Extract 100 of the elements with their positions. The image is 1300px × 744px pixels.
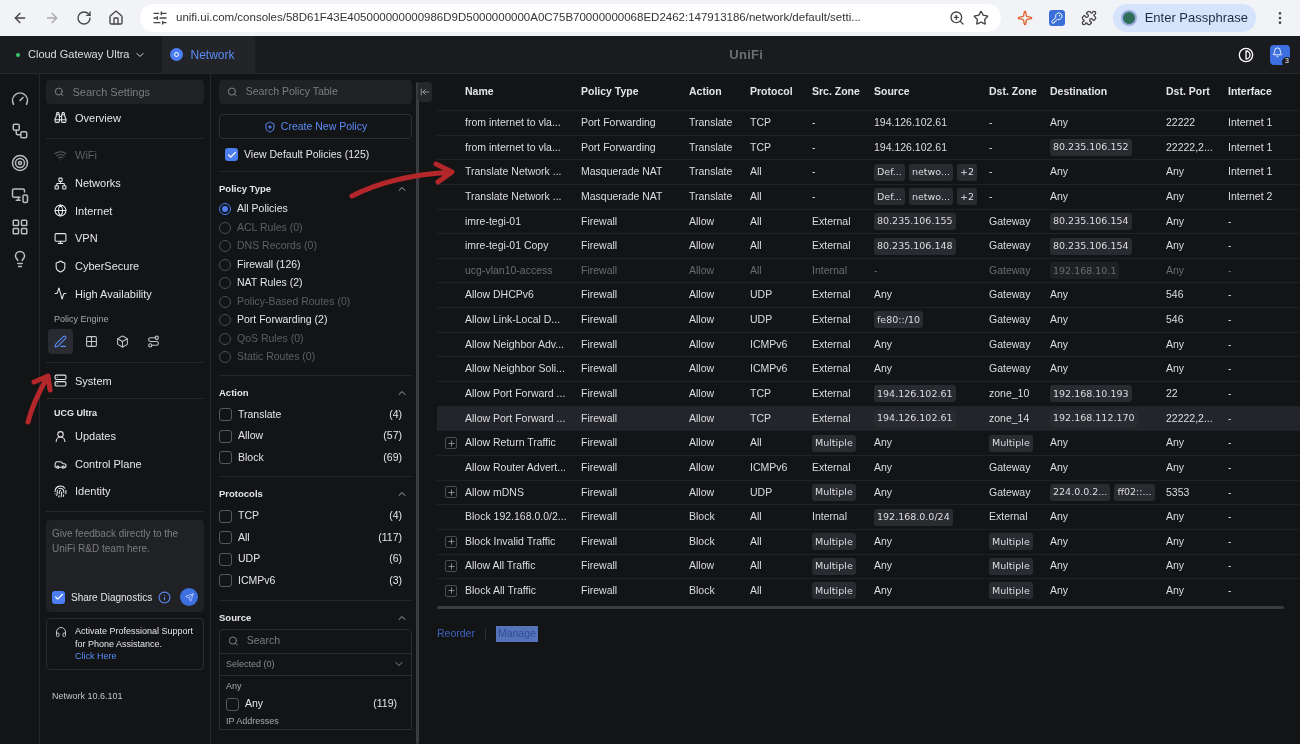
topology-icon[interactable] <box>10 122 29 140</box>
site-info-icon[interactable] <box>152 10 168 26</box>
table-cell: Gateway <box>989 460 1031 473</box>
table-cell: Allow <box>689 239 715 252</box>
table-cell: Firewall <box>581 436 618 449</box>
column-header[interactable]: Protocol <box>750 84 812 100</box>
table-cell: Any <box>1050 189 1069 202</box>
nav-item[interactable]: High Availability <box>46 280 204 308</box>
table-row[interactable]: Allow Return Traffic Firewall Allow All Multiple Any Multiple Any Any - <box>437 430 1300 455</box>
table-cell: UDP <box>750 313 773 326</box>
checkbox[interactable] <box>219 408 232 421</box>
column-header[interactable]: Dst. Zone <box>989 84 1050 100</box>
search-field[interactable]: Search Policy Table <box>219 80 412 104</box>
table-row[interactable]: Translate Network ... Masquerade NAT Translate All - Def... netwo... +2 - Any Any Internet 1 <box>437 159 1300 184</box>
info-icon[interactable] <box>158 590 172 604</box>
table-cell: 22222,2... <box>1166 411 1213 424</box>
address-bar[interactable]: unifi.ui.com/consoles/58D61F43E405000000000986D9D5000000000A0C75B70000000068ED2462:147913186/network/default/setti... <box>140 4 1001 32</box>
bookmark-icon[interactable] <box>972 10 989 26</box>
feedback-input[interactable]: Give feedback directly to the UniFi R&D team here. <box>52 526 198 567</box>
column-header[interactable]: Dst. Port <box>1166 84 1228 100</box>
table-row[interactable]: Allow Port Forward ... Firewall Allow TCP External 194.126.102.61 zone_14 192.168.112.170 22222,2... - <box>437 405 1300 431</box>
collapse-panel-button[interactable] <box>418 82 432 102</box>
checkbox[interactable] <box>226 697 239 711</box>
search-icon <box>228 635 239 648</box>
table-cell: 546 <box>1166 313 1184 326</box>
theme-icon[interactable] <box>1238 46 1254 63</box>
search-input[interactable]: Search Policy Table <box>245 84 404 100</box>
create-policy-button[interactable]: Create New Policy <box>219 114 412 139</box>
tag: 192.168.10.193 <box>1050 385 1132 403</box>
table-cell: - <box>812 189 816 202</box>
expand-icon[interactable] <box>445 560 457 573</box>
checkbox[interactable] <box>219 451 232 464</box>
console-selector[interactable]: Cloud Gateway Ultra <box>0 46 162 63</box>
nav-item[interactable]: Networks <box>46 169 204 198</box>
column-header[interactable]: Source <box>874 84 989 100</box>
reload-icon[interactable] <box>76 10 92 26</box>
back-icon[interactable] <box>12 10 28 26</box>
table-cell: - <box>1228 337 1232 350</box>
table-cell: ICMPv6 <box>750 460 788 473</box>
support-link[interactable]: Click Here <box>75 650 197 663</box>
table-cell: Internet 1 <box>1228 165 1273 178</box>
extensions-icon[interactable] <box>1080 10 1097 26</box>
checkbox[interactable] <box>219 574 232 588</box>
search-input[interactable]: Search <box>246 633 403 650</box>
table-cell: Firewall <box>581 214 618 227</box>
search-input[interactable]: Search Settings <box>72 83 196 101</box>
nav-item[interactable]: System <box>46 367 204 395</box>
nav-item[interactable]: Updates <box>46 422 204 451</box>
column-header[interactable]: Name <box>465 84 581 100</box>
column-header[interactable]: Interface <box>1228 84 1294 100</box>
checkbox[interactable] <box>52 590 65 604</box>
table-cell: Firewall <box>581 510 618 523</box>
table-row[interactable]: Block 192.168.0.0/2... Firewall Block All Internal 192.168.0.0/24 External Any Any - <box>437 504 1300 529</box>
dashboard-icon[interactable] <box>10 90 29 108</box>
zoom-icon[interactable] <box>948 10 965 26</box>
table-cell: - <box>1228 485 1232 498</box>
expand-icon[interactable] <box>445 486 457 499</box>
radio-label: DNS Records (0) <box>237 238 317 254</box>
nav-item[interactable]: Control Plane <box>46 450 204 478</box>
table-row[interactable]: imre-tegi-01 Copy Firewall Allow All External 80.235.106.148 Gateway 80.235.106.154 Any - <box>437 233 1300 258</box>
checkbox[interactable] <box>219 531 232 545</box>
checkbox[interactable] <box>219 552 232 566</box>
column-header[interactable]: Src. Zone <box>812 84 874 100</box>
column-header[interactable]: Policy Type <box>581 84 689 100</box>
send-button[interactable] <box>180 588 198 607</box>
column-header[interactable]: Destination <box>1050 84 1166 100</box>
checkbox[interactable] <box>225 148 238 162</box>
nav-item[interactable]: Internet <box>46 197 204 225</box>
column-header[interactable]: Action <box>689 84 750 100</box>
devices-icon[interactable] <box>10 186 29 204</box>
tag: fe80::/10 <box>874 311 923 329</box>
pen-icon <box>54 335 67 349</box>
extension-icon[interactable] <box>1016 10 1033 26</box>
key-icon[interactable] <box>1048 10 1065 26</box>
checkbox[interactable] <box>219 429 232 443</box>
table-cell: Block <box>689 534 715 547</box>
table-cell: 22222 <box>1166 115 1196 128</box>
policy-tool-button[interactable] <box>48 329 73 355</box>
target-icon[interactable] <box>10 154 29 172</box>
table-cell: ucg-vlan10-access <box>465 263 553 276</box>
checkbox[interactable] <box>219 509 232 523</box>
search-field[interactable]: Search <box>220 629 411 654</box>
profile-button[interactable]: Enter Passphrase <box>1112 4 1256 32</box>
search-field[interactable]: Search Settings <box>46 80 204 104</box>
nav-item[interactable]: VPN <box>46 224 204 253</box>
expand-icon[interactable] <box>445 437 457 450</box>
nav-item[interactable]: Overview <box>46 104 204 132</box>
apps-icon[interactable] <box>10 218 29 236</box>
table-cell: TCP <box>750 387 771 399</box>
table-cell: Allow <box>689 337 715 350</box>
nav-item[interactable]: Identity <box>46 477 204 506</box>
tag: Multiple <box>812 434 856 452</box>
home-icon[interactable] <box>108 10 124 26</box>
nav-item[interactable]: CyberSecure <box>46 252 204 281</box>
expand-icon[interactable] <box>445 535 457 548</box>
selected-dropdown[interactable]: Selected (0) <box>220 653 411 676</box>
feedback-box[interactable]: Give feedback directly to the UniFi R&D team here. Share Diagnostics <box>46 520 204 613</box>
app-tab[interactable]: Network <box>161 36 255 73</box>
expand-icon[interactable] <box>445 585 457 597</box>
table-cell: External <box>812 460 851 473</box>
